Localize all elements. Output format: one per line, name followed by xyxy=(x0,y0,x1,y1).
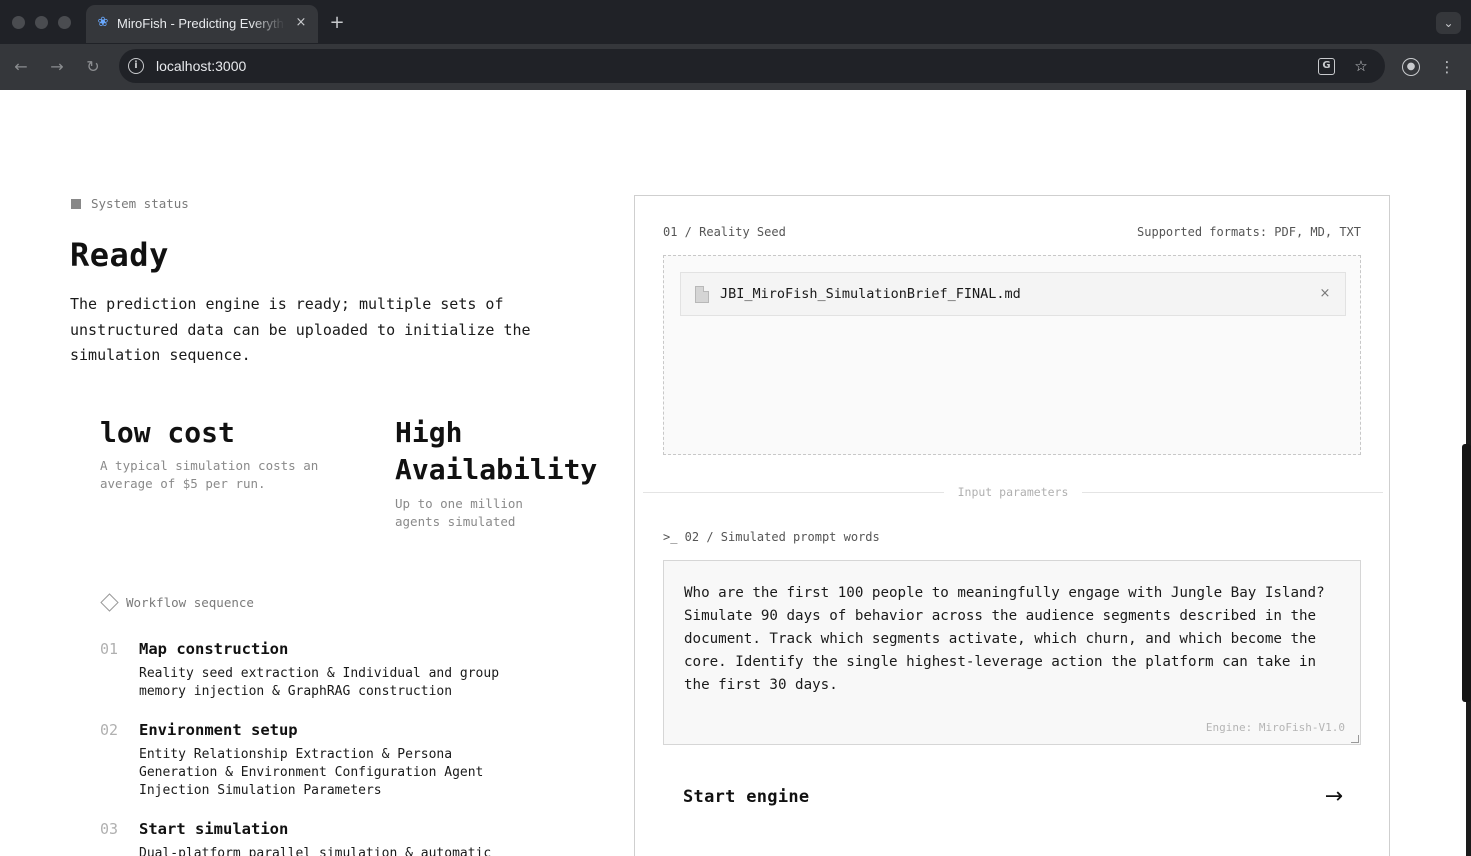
metric-description: A typical simulation costs an average of… xyxy=(100,458,319,491)
file-dropzone[interactable]: JBI_MiroFish_SimulationBrief_FINAL.md × xyxy=(663,255,1361,455)
metric-title: low cost xyxy=(100,416,235,449)
step-description: Reality seed extraction & Individual and… xyxy=(139,666,500,699)
window-zoom-button[interactable] xyxy=(58,16,71,29)
step-description: Entity Relationship Extraction & Persona… xyxy=(139,747,484,798)
status-title: Ready xyxy=(70,236,169,274)
status-description: The prediction engine is ready; multiple… xyxy=(70,295,531,364)
start-engine-label: Start engine xyxy=(683,787,810,807)
prompt-textarea[interactable]: Who are the first 100 people to meaningf… xyxy=(663,560,1361,745)
back-button[interactable]: ← xyxy=(9,55,33,79)
window-close-button[interactable] xyxy=(12,16,25,29)
forward-button[interactable]: → xyxy=(45,55,69,79)
tab-close-icon[interactable]: × xyxy=(292,14,310,32)
step-number: 02 xyxy=(100,721,119,739)
scrollbar-thumb[interactable] xyxy=(1462,444,1471,702)
tab-title: MiroFish - Predicting Everything xyxy=(117,16,285,31)
new-tab-button[interactable]: + xyxy=(326,12,348,34)
system-status: System status xyxy=(71,196,189,211)
step-title: Start simulation xyxy=(139,820,289,838)
more-menu-icon[interactable]: ⋮ xyxy=(1436,56,1458,78)
workflow-header: Workflow sequence xyxy=(100,593,254,612)
supported-formats-label: Supported formats: PDF, MD, TXT xyxy=(1137,225,1361,239)
file-document-icon xyxy=(695,286,709,303)
bookmark-star-icon[interactable]: ☆ xyxy=(1351,56,1371,76)
arrow-right-icon: → xyxy=(1324,784,1343,809)
step-number: 03 xyxy=(100,820,119,838)
reality-seed-label: 01 / Reality Seed xyxy=(663,225,786,239)
profile-icon[interactable]: ● xyxy=(1402,58,1420,76)
browser-tab[interactable]: ❀ MiroFish - Predicting Everything × xyxy=(86,5,318,43)
prompt-label: >_ 02 / Simulated prompt words xyxy=(663,530,880,544)
address-bar[interactable]: i localhost:3000 G ☆ xyxy=(119,49,1385,83)
workflow-label: Workflow sequence xyxy=(126,595,254,610)
tab-search-chevron-icon[interactable]: ⌄ xyxy=(1436,12,1461,34)
uploaded-file-item: JBI_MiroFish_SimulationBrief_FINAL.md × xyxy=(680,272,1346,316)
file-name: JBI_MiroFish_SimulationBrief_FINAL.md xyxy=(720,286,1021,302)
engine-version-label: Engine: MiroFish-V1.0 xyxy=(1205,721,1345,734)
fish-favicon-icon: ❀ xyxy=(97,15,109,30)
prompt-text[interactable]: Who are the first 100 people to meaningf… xyxy=(684,582,1344,697)
reload-button[interactable]: ↻ xyxy=(81,55,105,79)
start-engine-button[interactable]: Start engine → xyxy=(663,768,1361,828)
site-info-icon[interactable]: i xyxy=(128,58,144,74)
browser-toolbar: ← → ↻ i localhost:3000 G ☆ ● ⋮ xyxy=(0,44,1471,90)
step-title: Environment setup xyxy=(139,721,298,739)
simulation-input-card: 01 / Reality Seed Supported formats: PDF… xyxy=(634,195,1390,856)
status-square-icon xyxy=(71,198,81,209)
input-parameters-divider: Input parameters xyxy=(635,485,1391,499)
step-description: Dual-platform parallel simulation & auto… xyxy=(139,846,492,856)
page-content: System status Ready The prediction engin… xyxy=(0,90,1466,856)
status-label: System status xyxy=(91,196,189,211)
divider-label: Input parameters xyxy=(943,485,1083,499)
resize-handle-icon[interactable] xyxy=(1351,735,1359,743)
metric-description: Up to one million agents simulated xyxy=(395,496,523,529)
translate-icon[interactable]: G xyxy=(1318,58,1335,75)
window-minimize-button[interactable] xyxy=(35,16,48,29)
remove-file-icon[interactable]: × xyxy=(1317,284,1333,304)
step-number: 01 xyxy=(100,640,119,658)
url-text[interactable]: localhost:3000 xyxy=(156,57,246,75)
diamond-icon xyxy=(100,593,119,612)
step-title: Map construction xyxy=(139,640,289,658)
metric-title: High Availability xyxy=(395,416,598,486)
browser-tab-strip: ❀ MiroFish - Predicting Everything × + ⌄ xyxy=(0,0,1471,44)
